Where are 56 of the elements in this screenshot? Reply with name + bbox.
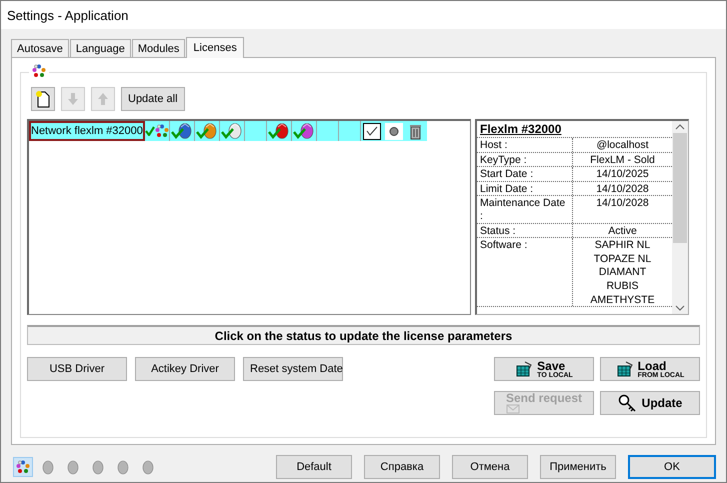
- detail-value: 14/10/2025: [596, 167, 649, 181]
- detail-label: Host :: [477, 138, 573, 152]
- window-title: Settings - Application: [7, 8, 128, 22]
- detail-value: TOPAZE NL: [594, 252, 652, 266]
- module-toggle[interactable]: [13, 457, 33, 477]
- detail-value: RUBIS: [606, 278, 639, 293]
- detail-value: @localhost: [596, 138, 649, 152]
- cubes-icon: [515, 361, 534, 377]
- dialog-button[interactable]: Справка: [364, 455, 440, 479]
- detail-label: Software :: [477, 238, 573, 306]
- driver-button[interactable]: USB Driver: [27, 357, 127, 381]
- dialog-button[interactable]: Отмена: [452, 455, 528, 479]
- license-row[interactable]: Network flexlm #32000: [29, 121, 427, 141]
- detail-value: Active: [608, 224, 637, 238]
- gems-cluster-icon: [32, 64, 46, 78]
- tab[interactable]: Language: [70, 39, 131, 58]
- driver-button[interactable]: Actikey Driver: [135, 357, 235, 381]
- new-button[interactable]: [31, 87, 55, 111]
- update-button[interactable]: Update: [600, 391, 700, 415]
- detail-value: FlexLM - Sold: [590, 152, 655, 166]
- status-message: Click on the status to update the license parameters: [27, 325, 700, 345]
- detail-value: 14/10/2028: [596, 182, 649, 196]
- trash-icon[interactable]: [408, 122, 424, 140]
- gem-icon: [117, 460, 129, 474]
- detail-label: KeyType :: [477, 152, 573, 166]
- down-arrow-icon: [67, 93, 79, 105]
- checkbox[interactable]: [363, 122, 382, 140]
- detail-label: Limit Date :: [477, 182, 573, 196]
- tab[interactable]: Licenses: [186, 37, 244, 58]
- tab[interactable]: Autosave: [11, 39, 69, 58]
- detail-value: DIAMANT: [598, 265, 646, 279]
- gem-icon: [92, 460, 104, 474]
- up-arrow-icon: [97, 93, 109, 105]
- dialog-button[interactable]: Default: [276, 455, 352, 479]
- key-icon: [618, 394, 638, 412]
- detail-value: AMETHYSTE: [590, 292, 655, 306]
- envelope-icon: [506, 404, 520, 414]
- dialog-button[interactable]: OK: [628, 455, 716, 479]
- gem-icon: [42, 460, 54, 474]
- tab[interactable]: Modules: [132, 39, 186, 58]
- scrollbar[interactable]: [672, 121, 688, 314]
- driver-button[interactable]: Reset system Date: [243, 357, 343, 381]
- dialog-button[interactable]: Применить: [540, 455, 616, 479]
- detail-label: Status :: [477, 224, 573, 238]
- license-name[interactable]: Network flexlm #32000: [29, 121, 145, 141]
- new-document-icon: [35, 90, 51, 108]
- gems-cluster-icon: [154, 124, 169, 138]
- cubes-icon: [616, 361, 634, 377]
- detail-value: 14/10/2028: [596, 196, 649, 210]
- gem-icon: [67, 460, 79, 474]
- gems-cluster-icon: [16, 460, 30, 474]
- update-all-button[interactable]: Update all: [121, 87, 185, 111]
- detail-value: SAPHIR NL: [594, 238, 650, 252]
- gem-icon: [142, 460, 154, 474]
- detail-label: Maintenance Date :: [477, 196, 573, 223]
- detail-label: Start Date :: [477, 167, 573, 181]
